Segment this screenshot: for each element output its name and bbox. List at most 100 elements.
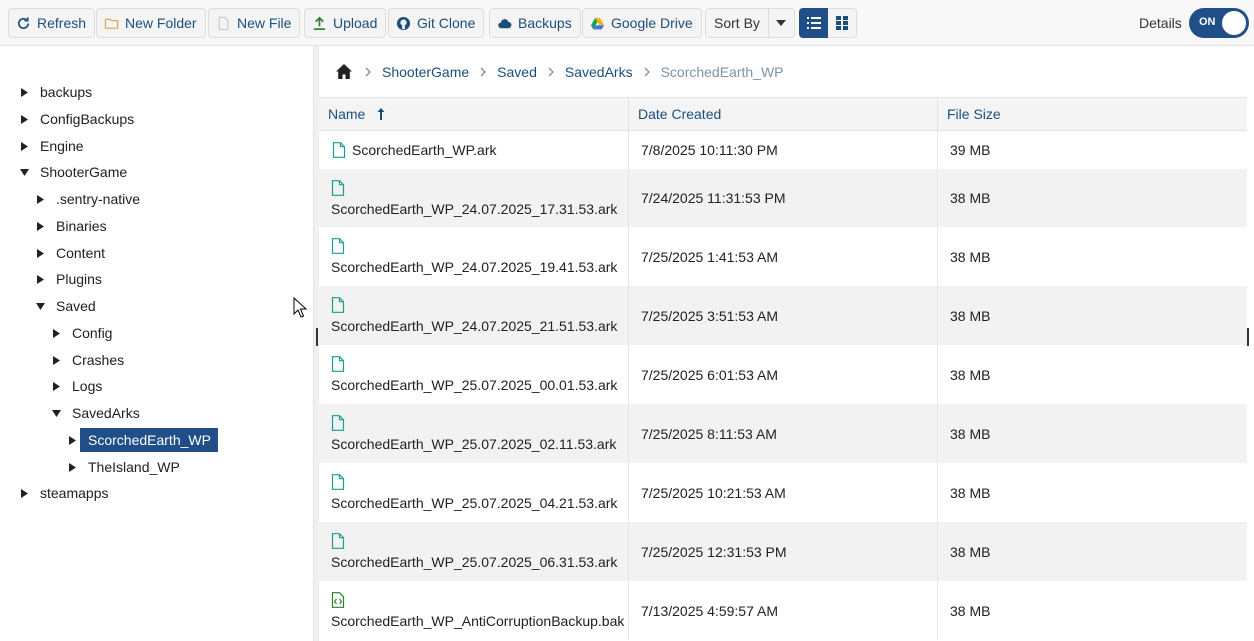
file-name: ScorchedEarth_WP_25.07.2025_02.11.53.ark (331, 436, 617, 452)
file-icon (331, 179, 345, 201)
file-size-cell: 38 MB (950, 425, 991, 442)
file-name-cell[interactable]: ScorchedEarth_WP_25.07.2025_02.11.53.ark (319, 404, 629, 463)
column-header-date[interactable]: Date Created (629, 98, 938, 130)
breadcrumb-link[interactable]: SavedArks (565, 64, 633, 80)
mouse-cursor-icon (293, 297, 307, 318)
tree-item[interactable]: .sentry-native (32, 186, 147, 212)
file-row[interactable]: ScorchedEarth_WP_25.07.2025_02.11.53.ark… (319, 404, 1247, 463)
tree-item[interactable]: Config (48, 320, 119, 346)
right-resize-grip[interactable] (1247, 328, 1249, 346)
new-folder-label: New Folder (125, 15, 197, 31)
file-name-cell[interactable]: ScorchedEarth_WP_25.07.2025_04.21.53.ark (319, 463, 629, 522)
caret-collapsed-icon[interactable] (16, 79, 32, 105)
caret-collapsed-icon[interactable] (32, 240, 48, 266)
home-icon[interactable] (334, 62, 354, 82)
file-name-cell[interactable]: ScorchedEarth_WP_24.07.2025_17.31.53.ark (319, 169, 629, 227)
tree-item[interactable]: SavedArks (48, 400, 147, 426)
tree-item[interactable]: TheIsland_WP (64, 454, 187, 480)
tree-item-label: TheIsland_WP (88, 459, 180, 475)
file-name-cell[interactable]: ScorchedEarth_WP_24.07.2025_21.51.53.ark (319, 286, 629, 345)
splitter-grip[interactable] (316, 328, 318, 346)
column-header-name[interactable]: Name (319, 98, 629, 130)
file-icon (331, 533, 345, 554)
tree-item[interactable]: Crashes (48, 347, 131, 373)
tree-item[interactable]: Binaries (32, 213, 114, 239)
caret-collapsed-icon[interactable] (48, 320, 64, 346)
tree-item[interactable]: ShooterGame (16, 159, 134, 185)
tree-item[interactable]: ConfigBackups (16, 106, 141, 132)
file-row[interactable]: ScorchedEarth_WP_24.07.2025_21.51.53.ark… (319, 286, 1247, 345)
caret-collapsed-icon[interactable] (16, 106, 32, 132)
file-name-cell[interactable]: ScorchedEarth_WP_25.07.2025_00.01.53.ark (319, 345, 629, 404)
file-row[interactable]: ScorchedEarth_WP_25.07.2025_04.21.53.ark… (319, 463, 1247, 522)
file-name-cell[interactable]: ScorchedEarth_WP_24.07.2025_19.41.53.ark (319, 227, 629, 286)
caret-collapsed-icon[interactable] (16, 133, 32, 159)
caret-expanded-icon[interactable] (16, 159, 32, 185)
github-icon (396, 16, 411, 30)
tree-item[interactable]: steamapps (16, 480, 115, 506)
grid-header: Name Date Created File Size (319, 97, 1247, 131)
upload-label: Upload (333, 15, 378, 31)
file-size-cell: 38 MB (950, 248, 991, 265)
caret-collapsed-icon[interactable] (48, 347, 64, 373)
upload-button[interactable]: Upload (304, 8, 387, 38)
file-grid: Name Date Created File Size ScorchedEart… (319, 97, 1247, 641)
google-drive-button[interactable]: Google Drive (582, 8, 702, 38)
git-clone-button[interactable]: Git Clone (388, 8, 485, 38)
file-icon (331, 415, 345, 436)
breadcrumb: ShooterGame Saved SavedArks ScorchedEarth_W… (319, 46, 1247, 97)
caret-collapsed-icon[interactable] (64, 427, 80, 453)
tree-item[interactable]: backups (16, 79, 99, 105)
file-icon (331, 356, 345, 377)
git-clone-label: Git Clone (417, 15, 476, 31)
cloud-icon (498, 18, 512, 28)
file-row[interactable]: ScorchedEarth_WP_24.07.2025_19.41.53.ark… (319, 227, 1247, 286)
details-toggle[interactable]: ON (1189, 8, 1249, 38)
tree-item-label: Config (72, 325, 113, 341)
file-name-cell[interactable]: ScorchedEarth_WP_AntiCorruptionBackup.ba… (319, 581, 629, 640)
tree-item[interactable]: Saved (32, 293, 103, 319)
file-row[interactable]: ScorchedEarth_WP_25.07.2025_00.01.53.ark… (319, 345, 1247, 404)
column-header-size[interactable]: File Size (938, 98, 1247, 130)
details-view-button[interactable] (799, 8, 828, 38)
file-name-cell[interactable]: ScorchedEarth_WP_25.07.2025_06.31.53.ark (319, 522, 629, 581)
tree-item[interactable]: ScorchedEarth_WP (64, 427, 218, 453)
new-folder-icon (104, 18, 119, 29)
file-size-cell: 38 MB (950, 307, 991, 324)
file-name: ScorchedEarth_WP_24.07.2025_17.31.53.ark (331, 200, 618, 217)
tree-item[interactable]: Logs (48, 373, 109, 399)
file-name: ScorchedEarth_WP_25.07.2025_00.01.53.ark (331, 377, 618, 393)
toggle-state-label: ON (1199, 16, 1216, 28)
file-row[interactable]: ScorchedEarth_WP_24.07.2025_17.31.53.ark… (319, 169, 1247, 227)
tree-item[interactable]: Content (32, 240, 112, 266)
file-name-cell[interactable]: ScorchedEarth_WP.ark (319, 131, 629, 169)
grid-body: ScorchedEarth_WP.ark 7/8/2025 10:11:30 PM… (319, 131, 1247, 640)
caret-collapsed-icon[interactable] (32, 186, 48, 212)
backups-label: Backups (518, 15, 572, 31)
caret-collapsed-icon[interactable] (32, 266, 48, 292)
caret-down-icon[interactable] (767, 9, 794, 37)
refresh-button[interactable]: Refresh (8, 8, 96, 38)
backups-button[interactable]: Backups (489, 8, 581, 38)
caret-collapsed-icon[interactable] (64, 454, 80, 480)
caret-collapsed-icon[interactable] (32, 213, 48, 239)
caret-expanded-icon[interactable] (32, 293, 48, 319)
new-file-button[interactable]: New File (208, 8, 301, 38)
file-row[interactable]: ScorchedEarth_WP_25.07.2025_06.31.53.ark… (319, 522, 1247, 581)
breadcrumb-link[interactable]: Saved (497, 64, 537, 80)
new-folder-button[interactable]: New Folder (96, 8, 206, 38)
breadcrumb-link[interactable]: ShooterGame (382, 64, 469, 80)
caret-collapsed-icon[interactable] (48, 373, 64, 399)
file-icon (332, 142, 352, 158)
caret-expanded-icon[interactable] (48, 400, 64, 426)
tree-item-label: ScorchedEarth_WP (80, 428, 218, 452)
tree-item[interactable]: Engine (16, 133, 91, 159)
file-row[interactable]: ScorchedEarth_WP.ark 7/8/2025 10:11:30 PM… (319, 131, 1247, 169)
tree-item[interactable]: Plugins (32, 266, 109, 292)
toggle-knob (1222, 11, 1246, 35)
sort-by-dropdown[interactable]: Sort By (705, 8, 795, 38)
caret-collapsed-icon[interactable] (16, 480, 32, 506)
tree-item-label: Engine (40, 138, 84, 154)
file-row[interactable]: ScorchedEarth_WP_AntiCorruptionBackup.ba… (319, 581, 1247, 640)
large-icons-view-button[interactable] (828, 8, 857, 38)
